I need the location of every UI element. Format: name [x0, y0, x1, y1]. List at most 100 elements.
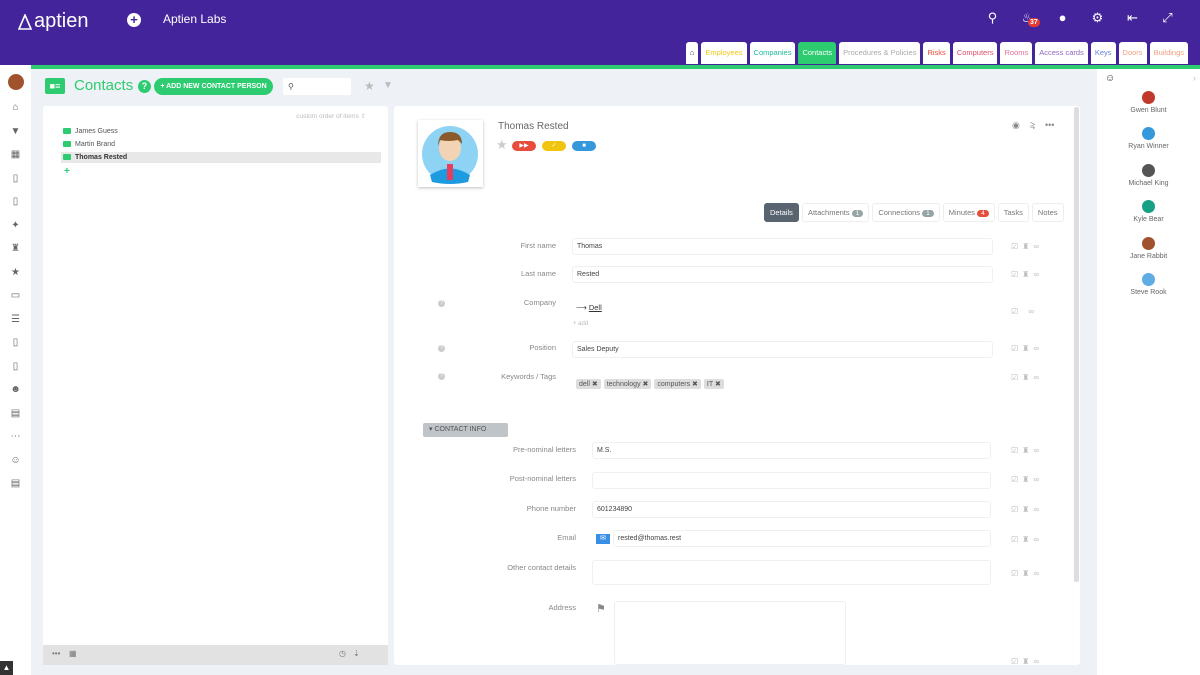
add-org-button[interactable]: + — [127, 13, 141, 27]
list-icon[interactable]: ☰ — [0, 308, 31, 332]
download-icon[interactable]: ⇣ — [353, 649, 360, 658]
tab-details[interactable]: Details — [764, 203, 799, 222]
clipboard-icon[interactable]: ▯ — [0, 355, 31, 379]
position-field[interactable]: Sales Deputy — [572, 341, 993, 358]
more-icon[interactable]: ••• — [52, 649, 60, 658]
last-name-field[interactable]: Rested — [572, 266, 993, 283]
row-actions[interactable]: ☑♜∞ — [1011, 446, 1043, 455]
document-icon[interactable]: ▭ — [0, 284, 31, 308]
tag[interactable]: IT ✖ — [703, 379, 724, 389]
share-icon[interactable]: ⥸ — [1030, 120, 1035, 131]
tab-access-cards[interactable]: Access cards — [1035, 42, 1088, 64]
tab-companies[interactable]: Companies — [749, 42, 796, 64]
team-icon[interactable]: ☺ — [1105, 73, 1115, 84]
list-item[interactable]: Thomas Rested — [61, 152, 381, 163]
tag[interactable]: technology ✖ — [603, 379, 652, 389]
search-icon[interactable]: ⚲ — [975, 10, 1010, 30]
list-item[interactable]: James Guess — [61, 126, 381, 137]
clipboard-check-icon[interactable]: ▯ — [0, 190, 31, 214]
grid-icon[interactable]: ⋯ — [0, 425, 31, 449]
expand-icon[interactable]: › — [1193, 73, 1196, 83]
filter-icon[interactable]: ▼ — [383, 80, 393, 91]
company-name[interactable]: Dell — [589, 303, 602, 312]
row-actions[interactable]: ☑♜∞ — [1011, 569, 1043, 578]
bell-icon[interactable]: ♨ 37 — [1010, 10, 1045, 30]
tags-field[interactable]: dell ✖ technology ✖ computers ✖ IT ✖ — [576, 373, 727, 391]
map-icon[interactable]: ⚑ — [596, 602, 606, 615]
contact-info-toggle[interactable]: ▾ CONTACT INFO — [423, 423, 508, 437]
app-logo-icon[interactable]: ▲ — [0, 661, 13, 675]
tab-employees[interactable]: Employees — [701, 42, 747, 64]
export-icon[interactable]: ▦ — [69, 649, 77, 658]
user-avatar[interactable] — [7, 74, 24, 90]
row-actions[interactable]: ☑ ∞ — [1011, 307, 1038, 316]
org-name[interactable]: Aptien Labs — [163, 12, 226, 26]
tab-rooms[interactable]: Rooms — [1000, 42, 1033, 64]
inbox-icon[interactable]: ▼ — [0, 120, 31, 144]
tab-contacts[interactable]: Contacts — [798, 42, 837, 64]
person-item[interactable]: Jane Rabbit — [1097, 237, 1200, 260]
sort-order[interactable]: custom order of items ⇧ — [296, 112, 366, 120]
person-item[interactable]: Gwen Blunt — [1097, 91, 1200, 114]
star-icon[interactable]: ★ — [0, 261, 31, 285]
first-name-field[interactable]: Thomas — [572, 238, 993, 255]
person-item[interactable]: Michael King — [1097, 164, 1200, 187]
contact-photo[interactable] — [418, 120, 483, 187]
add-company-link[interactable]: + add — [573, 321, 588, 327]
person-item[interactable]: Ryan Winner — [1097, 127, 1200, 150]
row-actions[interactable]: ☑♜∞ — [1011, 475, 1043, 484]
row-actions[interactable]: ☑♜∞ — [1011, 373, 1043, 382]
clipboard-icon[interactable]: ▯ — [0, 167, 31, 191]
home-icon[interactable]: ⌂ — [0, 96, 31, 120]
post-nominal-field[interactable] — [592, 472, 991, 489]
watch-icon[interactable]: ◉ — [1012, 120, 1020, 131]
search-input[interactable]: ⚲ — [283, 78, 351, 95]
tab-tasks[interactable]: Tasks — [997, 203, 1029, 222]
address-field[interactable] — [614, 601, 846, 665]
row-actions[interactable]: ☑♜∞ — [1011, 344, 1043, 353]
phone-field[interactable]: 601234890 — [592, 501, 991, 518]
network-icon[interactable]: ✦ — [0, 214, 31, 238]
list-item[interactable]: Martin Brand — [61, 139, 381, 150]
collapse-icon[interactable]: ⤢ — [1150, 10, 1185, 30]
history-icon[interactable]: ◷ — [339, 649, 346, 658]
row-actions[interactable]: ☑♜∞ — [1011, 270, 1043, 279]
books-icon[interactable]: ▤ — [0, 472, 31, 496]
tab-minutes[interactable]: Minutes 4 — [942, 203, 995, 222]
dog-icon[interactable]: ♜ — [0, 237, 31, 261]
add-item-icon[interactable]: + — [64, 166, 70, 177]
gear-icon[interactable]: ⚙ — [1080, 10, 1115, 30]
row-actions[interactable]: ☑♜∞ — [1011, 657, 1043, 665]
tab-attachments[interactable]: Attachments 1 — [801, 203, 870, 222]
person-item[interactable]: Kyle Bear — [1097, 200, 1200, 223]
tag[interactable]: dell ✖ — [576, 379, 601, 389]
pre-nominal-field[interactable]: M.S. — [592, 442, 991, 459]
tab-computers[interactable]: Computers — [952, 42, 998, 64]
detail-scrollbar[interactable] — [1074, 107, 1079, 582]
clipboard-icon[interactable]: ▯ — [0, 331, 31, 355]
user-icon[interactable]: ☻ — [0, 378, 31, 402]
add-contact-button[interactable]: + ADD NEW CONTACT PERSON — [154, 78, 273, 95]
email-field[interactable]: rested@thomas.rest — [613, 530, 991, 547]
row-actions[interactable]: ☑♜∞ — [1011, 535, 1043, 544]
tab-procedures[interactable]: Procedures & Policies — [839, 42, 921, 64]
other-contact-field[interactable] — [592, 560, 991, 585]
row-actions[interactable]: ☑♜∞ — [1011, 242, 1043, 251]
comment-button[interactable]: ■ — [572, 141, 596, 151]
tab-keys[interactable]: Keys — [1090, 42, 1116, 64]
tab-connections[interactable]: Connections 1 — [872, 203, 940, 222]
task-button[interactable]: ✓ — [542, 141, 566, 151]
fast-forward-button[interactable]: ▶▶ — [512, 141, 536, 151]
tab-risks[interactable]: Risks — [923, 42, 950, 64]
logout-icon[interactable]: ⇤ — [1115, 10, 1150, 30]
favorites-star-icon[interactable]: ★ — [364, 79, 375, 93]
chat-icon[interactable]: ● — [1045, 10, 1080, 30]
books-icon[interactable]: ▤ — [0, 402, 31, 426]
row-actions[interactable]: ☑♜∞ — [1011, 505, 1043, 514]
tab-doors[interactable]: Doors — [1118, 42, 1147, 64]
favorite-star-icon[interactable]: ★ — [496, 137, 508, 153]
company-link[interactable]: ⟶ Dell — [576, 303, 602, 312]
email-icon[interactable]: ✉ — [596, 534, 610, 544]
tag[interactable]: computers ✖ — [654, 379, 701, 389]
person-item[interactable]: Steve Rook — [1097, 273, 1200, 296]
